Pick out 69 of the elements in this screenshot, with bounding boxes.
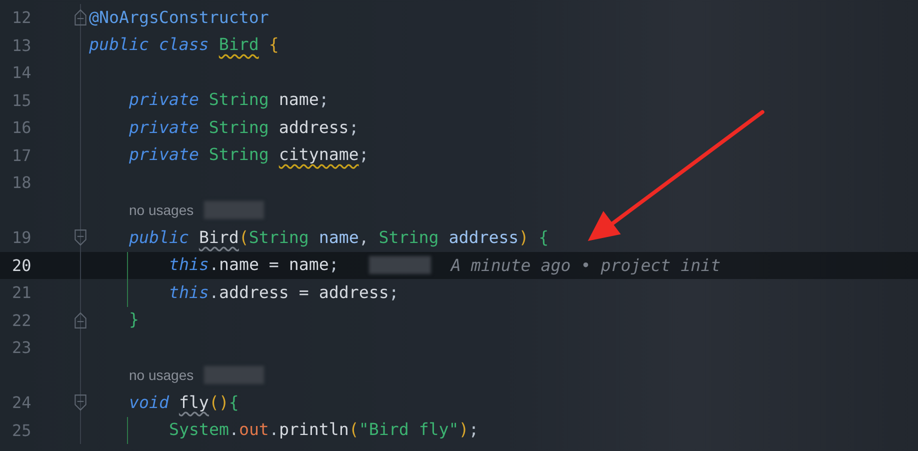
code-token: , [358, 226, 369, 249]
code-token: private [129, 89, 199, 112]
fold-icon[interactable] [74, 312, 87, 329]
code-token: "Bird fly" [358, 419, 459, 442]
code-token: private [129, 116, 199, 139]
line-number: 13 [12, 36, 32, 55]
code-token: } [129, 309, 139, 332]
code-token: public class [89, 34, 210, 56]
code-token: void [129, 392, 170, 414]
code-token: { [538, 226, 549, 249]
line-number: 17 [12, 146, 32, 165]
code-token: ) [518, 226, 529, 249]
fold-icon[interactable] [74, 9, 87, 26]
code-token: public [129, 226, 190, 249]
line-number: 12 [12, 8, 32, 28]
code-token: ( [238, 226, 249, 249]
code-token: . [208, 282, 219, 304]
line-number: 21 [12, 283, 32, 302]
code-token: ; [318, 89, 329, 112]
code-token: name = name [218, 254, 329, 276]
line-number: 14 [12, 63, 32, 82]
fold-icon[interactable] [74, 394, 87, 412]
code-token: ) [458, 419, 469, 442]
code-token: String [208, 89, 269, 112]
line-number: 19 [12, 228, 32, 248]
code-token: address [278, 116, 349, 139]
code-token: { [268, 34, 279, 56]
code-token: . [208, 254, 219, 276]
code-token: { [228, 392, 239, 414]
usages-hint[interactable]: no usages [129, 202, 194, 218]
code-token: Bird [198, 226, 239, 249]
code-token: () [208, 392, 229, 414]
code-token: this [169, 254, 209, 276]
fold-icon[interactable] [74, 229, 87, 246]
line-number: 24 [12, 393, 32, 412]
usages-hint[interactable]: no usages [129, 367, 194, 384]
code-token: ; [468, 419, 479, 442]
code-token: String [208, 144, 270, 166]
code-token: String [208, 116, 269, 139]
code-token: ; [328, 254, 339, 276]
line-number: 23 [12, 338, 32, 358]
code-token: . [268, 419, 279, 442]
code-token: ; [358, 144, 369, 166]
line-number: 18 [12, 173, 32, 192]
code-token: ( [348, 419, 359, 442]
code-token: Bird [218, 34, 259, 56]
code-token: fly [178, 392, 209, 414]
code-token: ; [388, 282, 399, 304]
code-token: out [238, 419, 269, 442]
code-token: name [318, 226, 359, 249]
code-token: @NoArgsConstructor [89, 6, 269, 29]
code-token: String [378, 226, 439, 249]
line-number: 25 [12, 420, 32, 440]
code-token: ; [348, 116, 359, 139]
code-token: println [278, 419, 349, 442]
code-token: System [169, 419, 229, 442]
code-token: address = address [218, 282, 389, 304]
code-token: . [228, 419, 239, 442]
code-token: private [129, 144, 199, 166]
code-token: address [448, 226, 519, 249]
code-token: String [248, 226, 309, 249]
code-token: cityname [278, 144, 359, 166]
line-number: 20 [12, 256, 32, 275]
blame-annotation: A minute ago • project init [450, 256, 721, 275]
line-number: 16 [12, 118, 32, 138]
line-number: 22 [12, 310, 32, 330]
line-number: 15 [12, 90, 32, 110]
code-token: name [278, 89, 319, 112]
code-token: this [169, 282, 209, 304]
